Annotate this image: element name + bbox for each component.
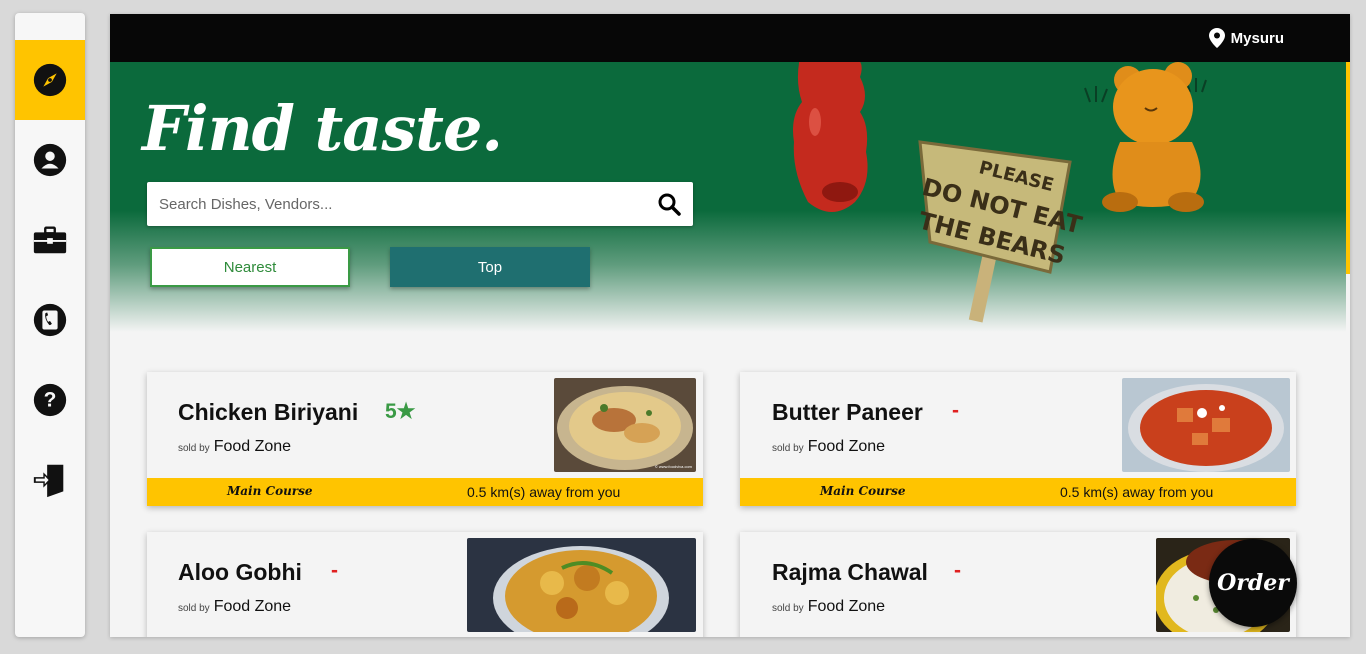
svg-text:?: ? [44,389,57,412]
sold-by-label: sold by [772,443,804,454]
sidebar: ? [15,13,85,637]
briefcase-icon [33,226,67,254]
vendor-name[interactable]: Food Zone [808,598,885,616]
sidebar-item-contact[interactable] [15,280,85,360]
sidebar-item-help[interactable]: ? [15,360,85,440]
filter-top-button[interactable]: Top [390,247,590,287]
filter-nearest-button[interactable]: Nearest [150,247,350,287]
help-icon: ? [33,383,67,417]
dish-distance: 0.5 km(s) away from you [1060,484,1214,500]
dish-card-butter-paneer[interactable]: Butter Paneer - sold by Food Zone Main C… [740,372,1296,506]
dish-name: Chicken Biriyani [178,399,359,425]
vendor-name[interactable]: Food Zone [214,598,291,616]
card-footer: Main Course 0.5 km(s) away from you [740,478,1296,506]
sold-by-label: sold by [772,603,804,614]
dish-rating: 5★ [385,400,416,423]
sold-by-line: sold by Food Zone [772,598,885,616]
sidebar-item-business[interactable] [15,200,85,280]
dish-category: Main Course [227,484,313,498]
main-panel: Mysuru Find taste. Nearest Top [110,14,1350,637]
order-button[interactable]: Order [1209,539,1297,627]
sidebar-item-logout[interactable] [15,440,85,520]
sold-by-line: sold by Food Zone [772,438,885,456]
scrollbar-accent [1346,62,1350,274]
dish-card-aloo-gobhi[interactable]: Aloo Gobhi - sold by Food Zone [147,532,703,637]
hero-banner: Find taste. Nearest Top [110,62,1346,332]
sidebar-item-profile[interactable] [15,120,85,200]
phone-icon [33,303,67,337]
location-selector[interactable]: Mysuru [1208,28,1284,48]
sign-post: PLEASE DO NOT EAT THE BEARS [916,140,1085,323]
search-input[interactable] [159,195,657,213]
hero-title: Find taste. [142,92,503,165]
gummy-bears-illustration: PLEASE DO NOT EAT THE BEARS [793,62,1207,323]
dish-name: Aloo Gobhi [178,559,302,585]
dish-card-chicken-biriyani[interactable]: Chicken Biriyani 5★ sold by Food Zone © … [147,372,703,506]
dish-image [467,538,696,632]
sold-by-line: sold by Food Zone [178,438,291,456]
map-pin-icon [1208,28,1225,48]
orange-gummy-bear [1102,62,1204,212]
compass-icon [33,63,67,97]
search-icon[interactable] [657,192,681,216]
vendor-name[interactable]: Food Zone [808,438,885,456]
image-watermark: © www.foodviva.com [655,464,693,469]
sold-by-label: sold by [178,603,210,614]
search-bar [147,182,693,226]
sidebar-item-explore[interactable] [15,40,85,120]
top-bar: Mysuru [110,14,1350,62]
sold-by-line: sold by Food Zone [178,598,291,616]
dish-image [1122,378,1290,472]
dish-name: Butter Paneer [772,399,923,425]
dish-rating: - [954,559,961,582]
dish-category: Main Course [820,484,906,498]
dish-image: © www.foodviva.com [554,378,696,472]
red-gummy-bear [793,62,868,212]
dish-rating: - [952,399,959,422]
logout-icon [33,464,64,498]
dish-rating: - [331,559,338,582]
card-footer: Main Course 0.5 km(s) away from you [147,478,703,506]
sold-by-label: sold by [178,443,210,454]
dish-name: Rajma Chawal [772,559,928,585]
vendor-name[interactable]: Food Zone [214,438,291,456]
dish-distance: 0.5 km(s) away from you [467,484,621,500]
location-label: Mysuru [1230,29,1284,47]
user-icon [33,143,67,177]
